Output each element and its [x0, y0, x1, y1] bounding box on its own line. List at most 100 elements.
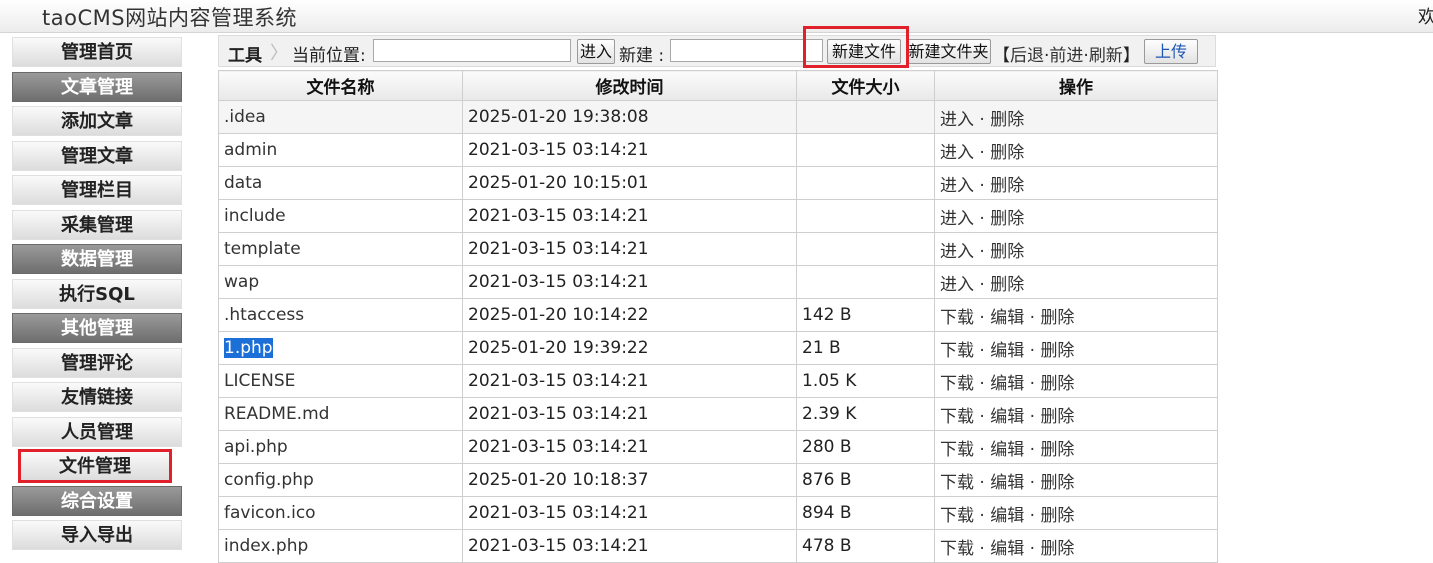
new-name-input[interactable] — [670, 39, 823, 62]
sidebar-item[interactable]: 人员管理 — [12, 416, 182, 447]
edit-link[interactable]: 编辑 — [990, 440, 1024, 460]
separator: · — [1029, 307, 1036, 328]
enter-link[interactable]: 进入 — [940, 176, 974, 196]
file-name-text: index.php — [224, 536, 309, 556]
edit-link[interactable]: 编辑 — [990, 308, 1024, 328]
sidebar-item[interactable]: 导入导出 — [12, 520, 182, 550]
enter-link[interactable]: 进入 — [940, 275, 974, 295]
sidebar-item[interactable]: 文件管理 — [18, 449, 172, 483]
back-link[interactable]: 后退 — [1010, 46, 1044, 66]
separator: · — [979, 406, 985, 427]
delete-link[interactable]: 删除 — [1040, 341, 1074, 361]
file-name-cell[interactable]: data — [218, 166, 463, 200]
enter-link[interactable]: 进入 — [940, 209, 974, 229]
delete-link[interactable]: 删除 — [990, 176, 1024, 196]
download-link[interactable]: 下载 — [940, 539, 974, 559]
sidebar-item: 其他管理 — [12, 313, 182, 343]
file-name-cell[interactable]: favicon.ico — [218, 496, 463, 530]
ops-cell: 下载 · 编辑 · 删除 — [934, 463, 1218, 497]
delete-link[interactable]: 删除 — [990, 275, 1024, 295]
file-name-cell[interactable]: include — [218, 199, 463, 233]
separator: · — [1029, 406, 1036, 427]
sidebar-item[interactable]: 采集管理 — [12, 209, 182, 240]
size-cell — [796, 100, 935, 134]
upload-button[interactable]: 上传 — [1144, 39, 1198, 64]
file-name-cell[interactable]: config.php — [218, 463, 463, 497]
download-link[interactable]: 下载 — [940, 407, 974, 427]
mtime-cell: 2025-01-20 10:14:22 — [462, 298, 797, 332]
file-name-cell[interactable]: LICENSE — [218, 364, 463, 398]
mtime-cell: 2021-03-15 03:14:21 — [462, 397, 797, 431]
column-header-name: 文件名称 — [218, 70, 463, 101]
bracket-open: 【 — [993, 46, 1010, 66]
download-link[interactable]: 下载 — [940, 341, 974, 361]
delete-link[interactable]: 删除 — [1040, 374, 1074, 394]
download-link[interactable]: 下载 — [940, 440, 974, 460]
file-name-cell[interactable]: .idea — [218, 100, 463, 134]
enter-link[interactable]: 进入 — [940, 143, 974, 163]
mtime-cell: 2021-03-15 03:14:21 — [462, 430, 797, 464]
new-file-button[interactable]: 新建文件 — [827, 39, 901, 64]
download-link[interactable]: 下载 — [940, 506, 974, 526]
sidebar-item[interactable]: 添加文章 — [12, 106, 182, 136]
file-name-cell[interactable]: admin — [218, 133, 463, 167]
file-name-cell[interactable]: 1.php — [218, 331, 463, 365]
edit-link[interactable]: 编辑 — [990, 506, 1024, 526]
sidebar-item[interactable]: 管理文章 — [12, 140, 182, 171]
enter-link[interactable]: 进入 — [940, 110, 974, 130]
edit-link[interactable]: 编辑 — [990, 407, 1024, 427]
enter-link[interactable]: 进入 — [940, 242, 974, 262]
file-name-cell[interactable]: index.php — [218, 529, 463, 563]
sidebar-item[interactable]: 友情链接 — [12, 382, 182, 412]
separator: · — [979, 241, 985, 262]
delete-link[interactable]: 删除 — [990, 242, 1024, 262]
download-link[interactable]: 下载 — [940, 374, 974, 394]
location-input[interactable] — [373, 39, 571, 62]
file-name-text: include — [224, 206, 286, 226]
edit-link[interactable]: 编辑 — [990, 374, 1024, 394]
download-link[interactable]: 下载 — [940, 473, 974, 493]
file-name-cell[interactable]: README.md — [218, 397, 463, 431]
mtime-cell: 2025-01-20 10:18:37 — [462, 463, 797, 497]
sidebar-item[interactable]: 管理栏目 — [12, 175, 182, 205]
delete-link[interactable]: 删除 — [1040, 440, 1074, 460]
separator: · — [979, 340, 985, 361]
download-link[interactable]: 下载 — [940, 308, 974, 328]
forward-link[interactable]: 前进 — [1049, 46, 1083, 66]
size-cell — [796, 265, 935, 299]
refresh-link[interactable]: 刷新 — [1089, 46, 1123, 66]
delete-link[interactable]: 删除 — [1040, 407, 1074, 427]
edit-link[interactable]: 编辑 — [990, 341, 1024, 361]
delete-link[interactable]: 删除 — [990, 143, 1024, 163]
sidebar-item: 综合设置 — [12, 485, 182, 516]
file-table: 文件名称 修改时间 文件大小 操作 .idea 2025-01-20 19:38:… — [218, 70, 1218, 563]
ops-cell: 下载 · 编辑 · 删除 — [934, 496, 1218, 530]
file-name-cell[interactable]: template — [218, 232, 463, 266]
mtime-cell: 2025-01-20 19:38:08 — [462, 100, 797, 134]
edit-link[interactable]: 编辑 — [990, 473, 1024, 493]
top-banner: taoCMS网站内容管理系统 欢 — [0, 0, 1433, 33]
sidebar-item[interactable]: 管理首页 — [12, 37, 182, 67]
file-name-text: wap — [224, 272, 260, 292]
enter-button[interactable]: 进入 — [577, 39, 615, 64]
sidebar-item[interactable]: 执行SQL — [12, 278, 182, 309]
delete-link[interactable]: 删除 — [1040, 539, 1074, 559]
edit-link[interactable]: 编辑 — [990, 539, 1024, 559]
sidebar-item: 文章管理 — [12, 71, 182, 102]
mtime-cell: 2021-03-15 03:14:21 — [462, 364, 797, 398]
new-folder-button[interactable]: 新建文件夹 — [906, 39, 991, 64]
delete-link[interactable]: 删除 — [990, 110, 1024, 130]
size-cell: 280 B — [796, 430, 935, 464]
table-row: admin 2021-03-15 03:14:21 进入 · 删除 — [218, 133, 1218, 167]
file-name-cell[interactable]: wap — [218, 265, 463, 299]
file-name-cell[interactable]: api.php — [218, 430, 463, 464]
separator: · — [979, 175, 985, 196]
delete-link[interactable]: 删除 — [990, 209, 1024, 229]
column-header-ops: 操作 — [934, 70, 1218, 101]
delete-link[interactable]: 删除 — [1040, 308, 1074, 328]
delete-link[interactable]: 删除 — [1040, 473, 1074, 493]
sidebar-item[interactable]: 管理评论 — [12, 347, 182, 378]
delete-link[interactable]: 删除 — [1040, 506, 1074, 526]
file-name-cell[interactable]: .htaccess — [218, 298, 463, 332]
size-cell — [796, 133, 935, 167]
